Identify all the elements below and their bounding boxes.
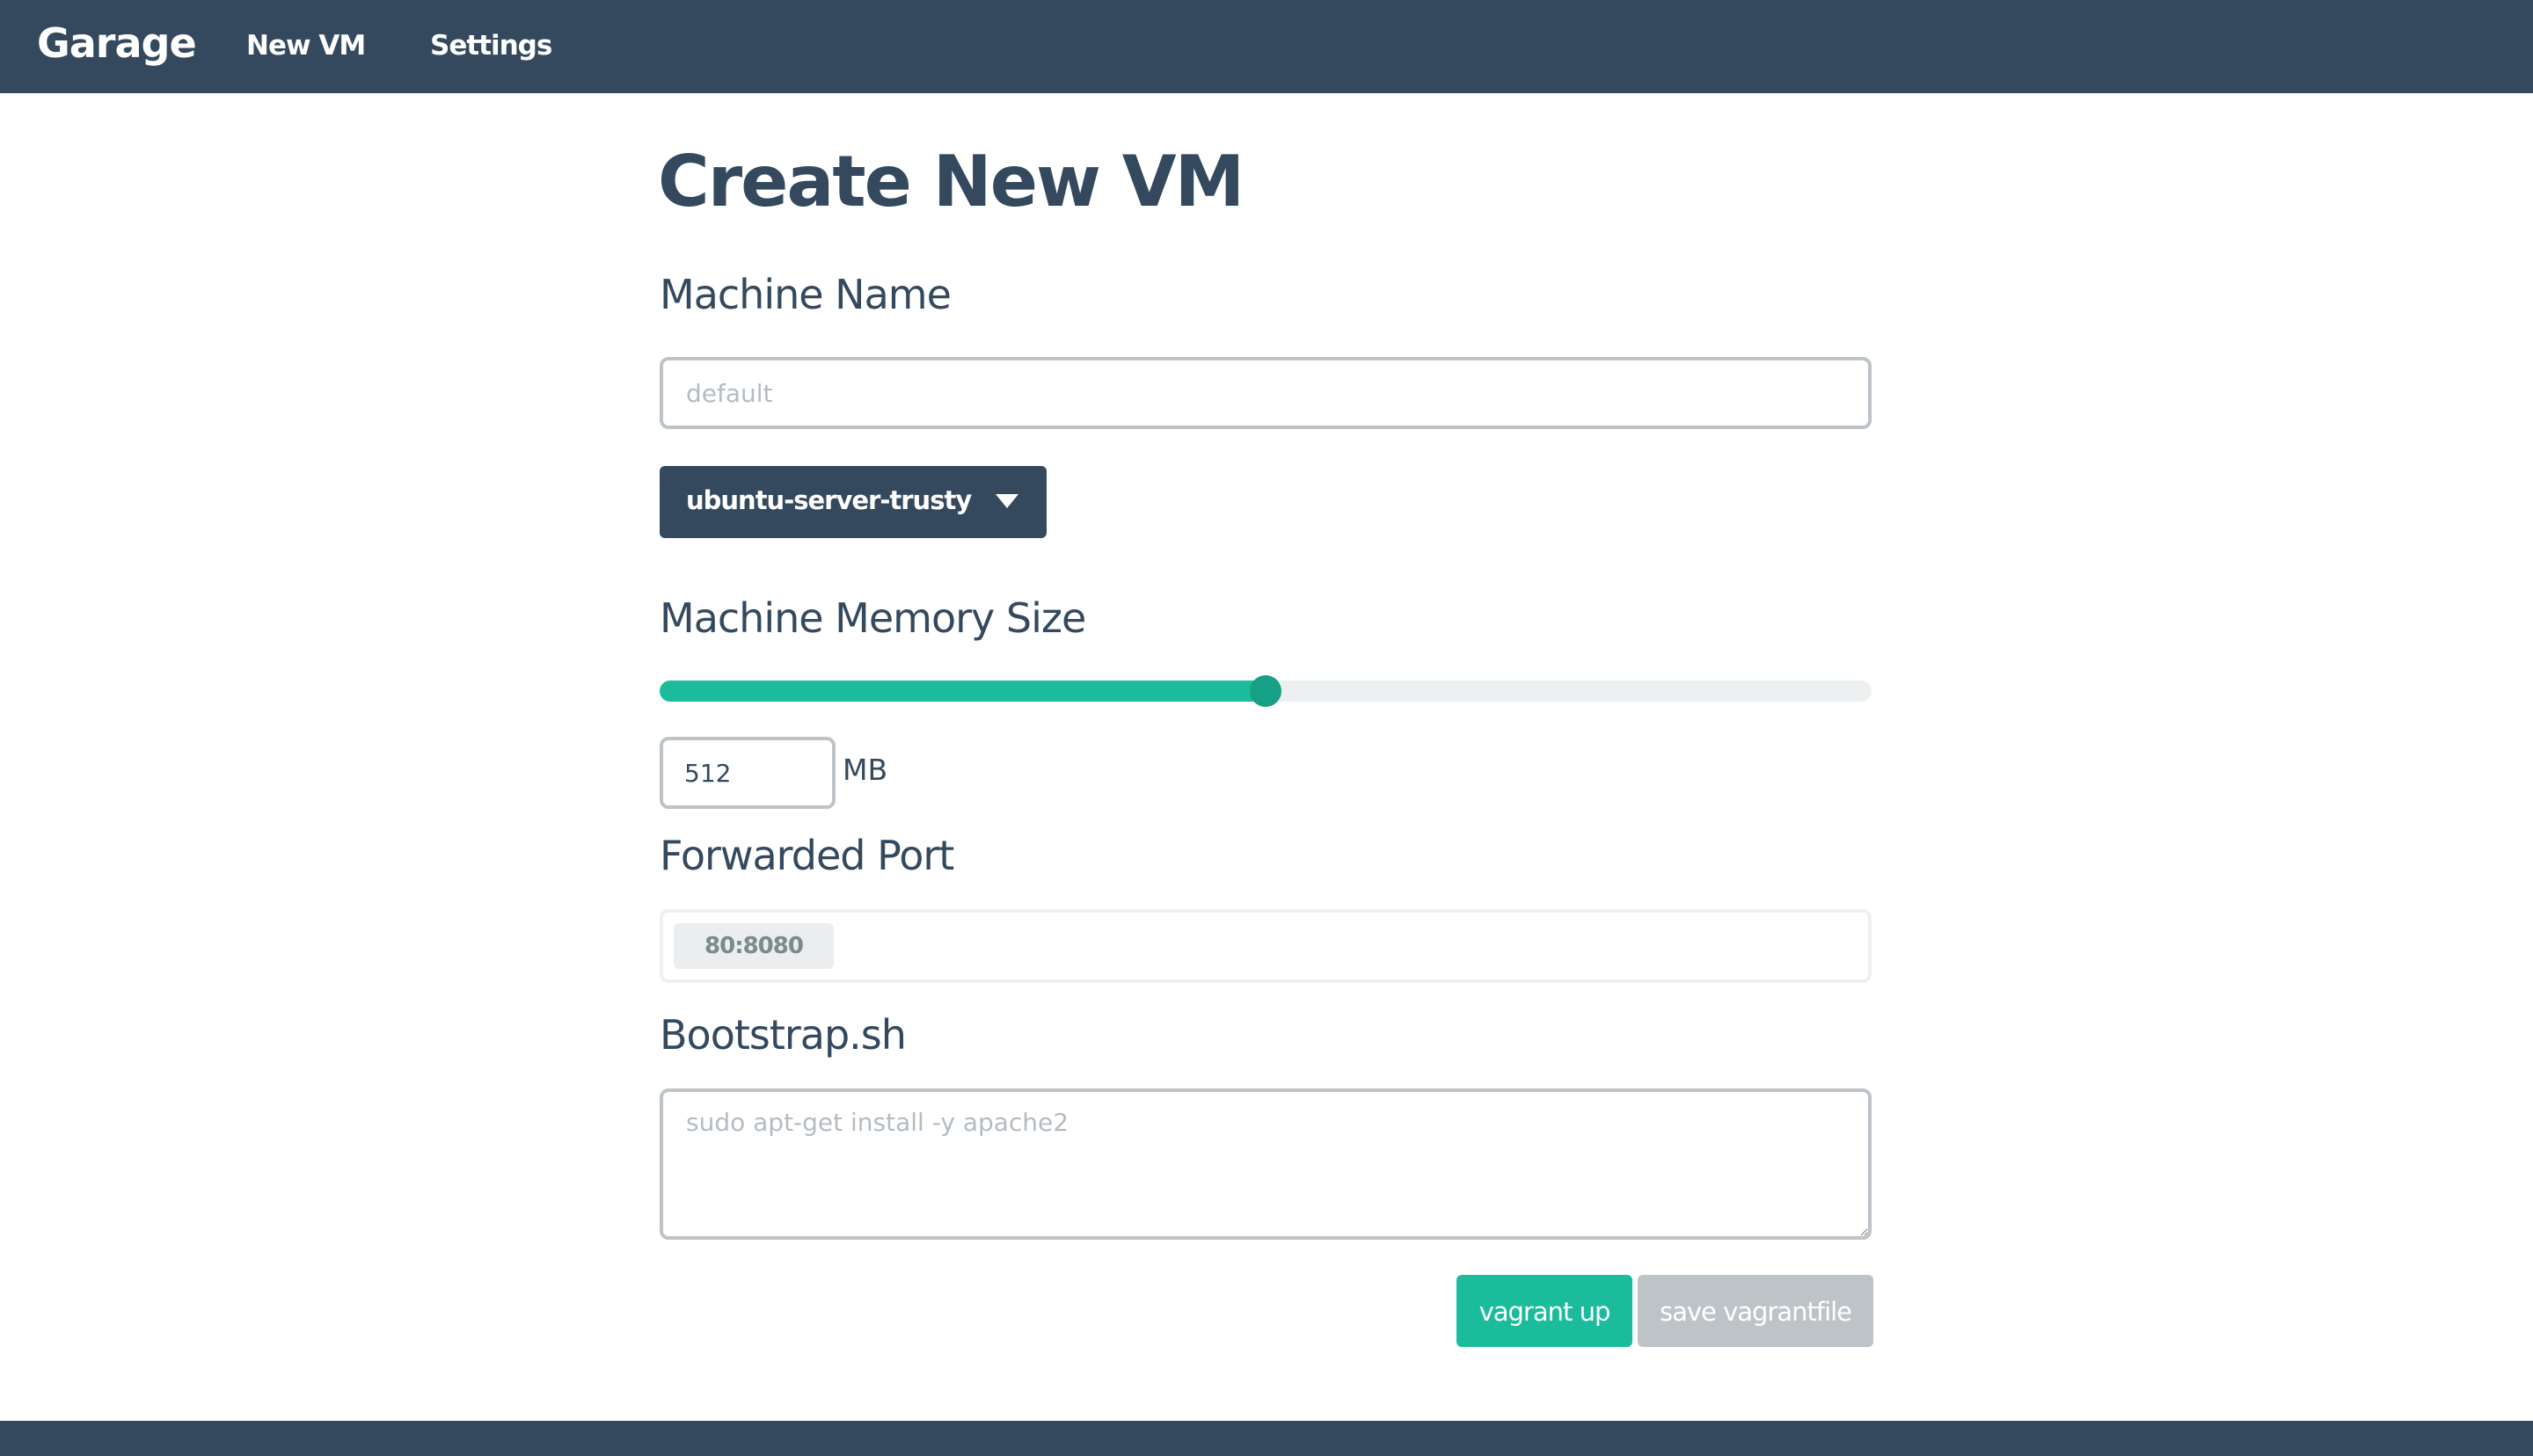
footer-bar [0, 1421, 2533, 1456]
machine-name-label: Machine Name [660, 271, 952, 318]
forwarded-port-label: Forwarded Port [660, 832, 954, 879]
slider-fill [660, 681, 1266, 702]
forwarded-port-input[interactable]: 80:8080 [660, 909, 1872, 983]
bootstrap-label: Bootstrap.sh [660, 1011, 907, 1059]
memory-slider[interactable] [660, 675, 1872, 707]
memory-value-input[interactable] [660, 737, 836, 809]
port-tag[interactable]: 80:8080 [674, 923, 834, 969]
memory-size-label: Machine Memory Size [660, 594, 1086, 642]
memory-unit-label: MB [843, 753, 888, 787]
box-select-value: ubuntu-server-trusty [686, 485, 972, 515]
save-vagrantfile-button[interactable]: save vagrantfile [1638, 1275, 1873, 1347]
top-navbar: Garage New VM Settings [0, 0, 2533, 93]
bootstrap-textarea[interactable] [660, 1088, 1872, 1240]
nav-settings-link[interactable]: Settings [430, 30, 552, 62]
page-title: Create New VM [658, 141, 1245, 222]
nav-new-vm-link[interactable]: New VM [246, 30, 366, 62]
caret-down-icon [996, 494, 1018, 508]
slider-handle[interactable] [1250, 675, 1281, 707]
brand-logo[interactable]: Garage [37, 19, 197, 67]
box-select-dropdown[interactable]: ubuntu-server-trusty [660, 466, 1047, 538]
machine-name-input[interactable] [660, 357, 1872, 429]
vagrant-up-button[interactable]: vagrant up [1456, 1275, 1632, 1347]
